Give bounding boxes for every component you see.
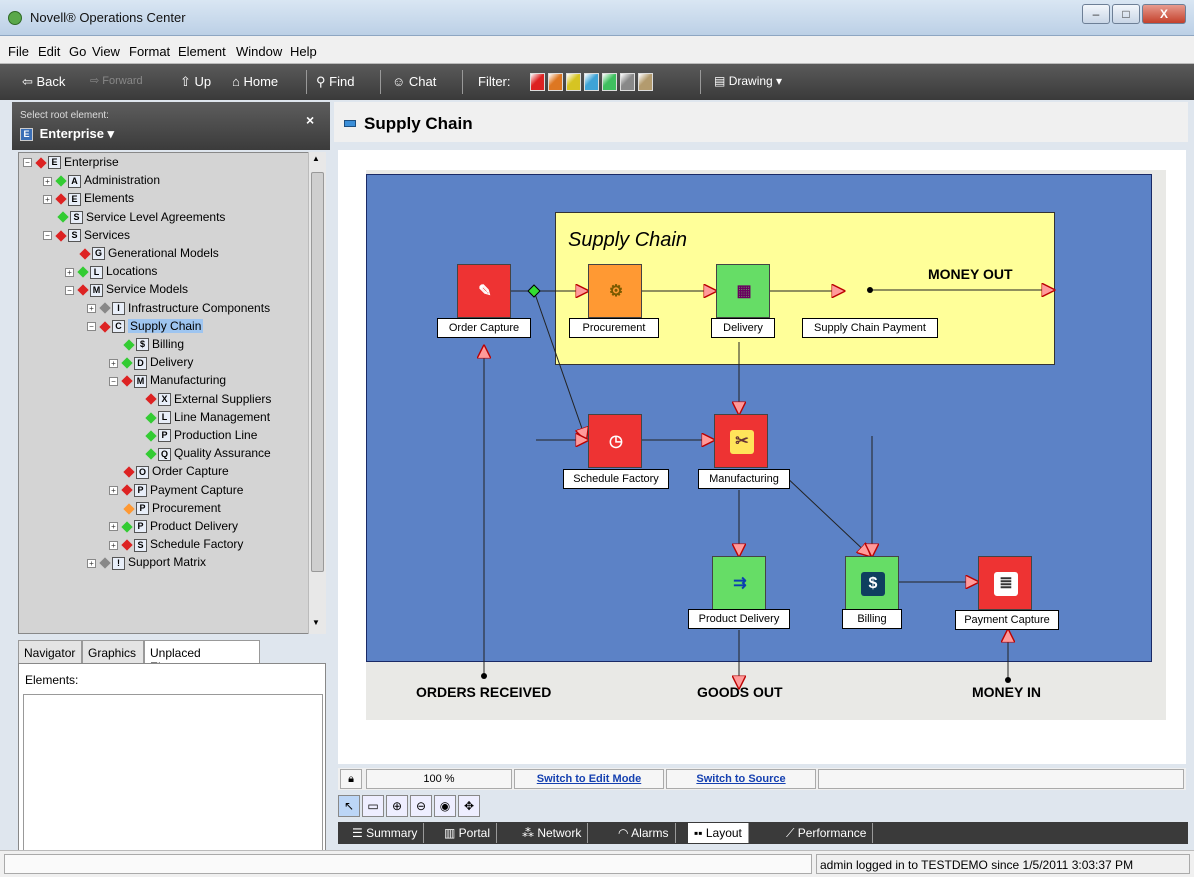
tab-portal-label: Portal <box>458 826 491 840</box>
label-delivery: Delivery <box>711 318 775 338</box>
tab-alarms-label: Alarms <box>631 826 669 840</box>
label-payment-capture: Payment Capture <box>955 610 1059 630</box>
label-order-capture: Order Capture <box>437 318 531 338</box>
tab-performance[interactable]: ⟋ Performance <box>780 823 874 843</box>
junction-diamond <box>527 284 541 298</box>
procurement-icon: ⚙ <box>608 283 624 300</box>
login-status: admin logged in to TESTDEMO since 1/5/20… <box>816 854 1190 874</box>
zoom-out-tool-icon[interactable]: ⊖ <box>410 795 432 817</box>
label-money-out: MONEY OUT <box>928 266 1013 282</box>
delivery-icon: ▦ <box>736 283 752 300</box>
zoom-in-tool-icon[interactable]: ⊕ <box>386 795 408 817</box>
switch-edit-mode-link[interactable]: Switch to Edit Mode <box>514 769 664 789</box>
node-payment-capture[interactable]: ≣ <box>978 556 1032 610</box>
pan-tool-icon[interactable]: ✥ <box>458 795 480 817</box>
zoom-level: 100 % <box>366 769 512 789</box>
tab-summary[interactable]: ☰ Summary <box>346 823 425 843</box>
tab-alarms[interactable]: ◠ Alarms <box>612 823 676 843</box>
connector-dot <box>481 673 487 679</box>
tab-portal[interactable]: ▥ Portal <box>438 823 498 843</box>
tab-network[interactable]: ⁂ Network <box>516 823 589 843</box>
label-procurement: Procurement <box>569 318 659 338</box>
transfer-icon: ⇉ <box>733 575 747 592</box>
status-field <box>818 769 1184 789</box>
node-product-delivery[interactable]: ⇉ <box>712 556 766 610</box>
node-procurement[interactable]: ⚙ <box>588 264 642 318</box>
node-schedule-factory[interactable]: ◷ <box>588 414 642 468</box>
label-schedule-factory: Schedule Factory <box>563 469 669 489</box>
pointer-tool-icon[interactable]: ↖ <box>338 795 360 817</box>
zoom-fit-tool-icon[interactable]: ◉ <box>434 795 456 817</box>
switch-source-link[interactable]: Switch to Source <box>666 769 816 789</box>
status-field-left <box>4 854 812 874</box>
node-billing[interactable]: $ <box>845 556 899 610</box>
connector <box>782 473 870 556</box>
document-icon: ≣ <box>994 572 1018 596</box>
lock-icon[interactable]: 🔒︎ <box>340 769 362 789</box>
label-manufacturing: Manufacturing <box>698 469 790 489</box>
view-tabs: ☰ Summary ▥ Portal ⁂ Network ◠ Alarms ▪▪… <box>338 822 1188 844</box>
tab-layout[interactable]: ▪▪ Layout <box>688 823 749 843</box>
label-orders-received: ORDERS RECEIVED <box>416 684 552 700</box>
label-billing: Billing <box>842 609 902 629</box>
status-bar: admin logged in to TESTDEMO since 1/5/20… <box>0 850 1194 877</box>
connector <box>533 290 586 440</box>
tab-layout-label: Layout <box>705 826 742 840</box>
connector-dot <box>1005 677 1011 683</box>
label-supply-chain-payment[interactable]: Supply Chain Payment <box>802 318 938 338</box>
connector-dot <box>867 287 873 293</box>
tab-network-label: Network <box>537 826 582 840</box>
label-money-in: MONEY IN <box>972 684 1041 700</box>
clock-icon: ◷ <box>609 433 623 450</box>
dollar-icon: $ <box>861 572 885 596</box>
marquee-tool-icon[interactable]: ▭ <box>362 795 384 817</box>
tools-icon: ✂ <box>730 430 754 454</box>
node-manufacturing[interactable]: ✂ <box>714 414 768 468</box>
order-capture-icon: ✎ <box>478 283 492 300</box>
diagram-status-bar: 🔒︎ 100 % Switch to Edit Mode Switch to S… <box>338 768 1186 790</box>
tab-summary-label: Summary <box>366 826 418 840</box>
diagram-tools: ↖ ▭ ⊕ ⊖ ◉ ✥ <box>338 794 538 820</box>
node-order-capture[interactable]: ✎ <box>457 264 511 318</box>
tab-performance-label: Performance <box>797 826 867 840</box>
node-delivery[interactable]: ▦ <box>716 264 770 318</box>
label-product-delivery: Product Delivery <box>688 609 790 629</box>
label-goods-out: GOODS OUT <box>697 684 783 700</box>
